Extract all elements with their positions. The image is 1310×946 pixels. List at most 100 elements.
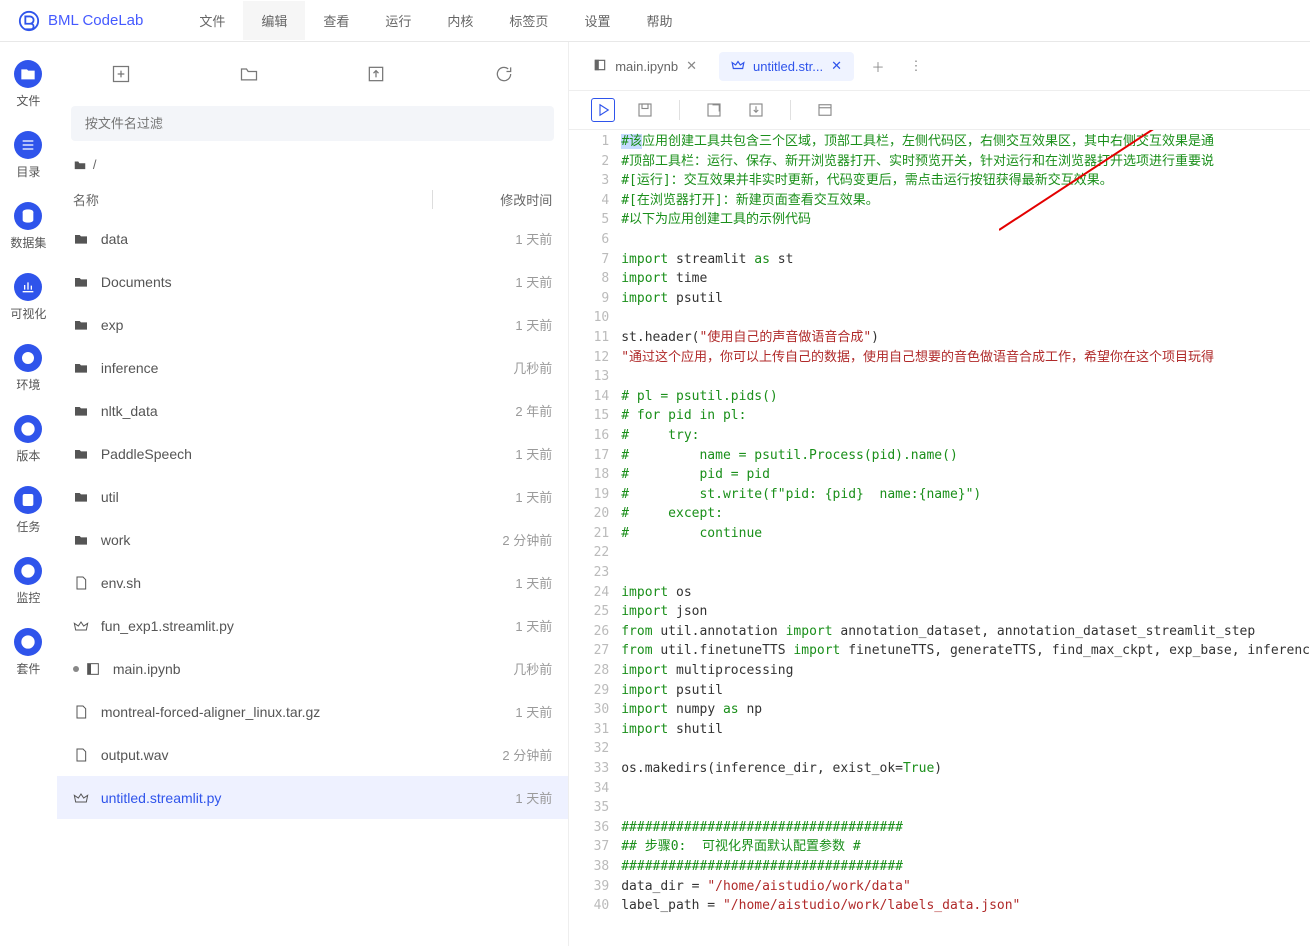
code-line[interactable]: #################################### bbox=[621, 857, 1310, 877]
code-line[interactable] bbox=[621, 308, 1310, 328]
menu-内核[interactable]: 内核 bbox=[429, 1, 491, 40]
code-line[interactable]: import streamlit as st bbox=[621, 250, 1310, 270]
menu-编辑[interactable]: 编辑 bbox=[243, 1, 305, 40]
code-line[interactable]: label_path = "/home/aistudio/work/labels… bbox=[621, 896, 1310, 916]
close-icon[interactable]: ✕ bbox=[686, 58, 697, 74]
code-line[interactable] bbox=[621, 739, 1310, 759]
code-lines[interactable]: #该应用创建工具共包含三个区域，顶部工具栏，左侧代码区，右侧交互效果区，其中右侧… bbox=[621, 132, 1310, 946]
close-icon[interactable]: ✕ bbox=[831, 58, 842, 74]
menu-设置[interactable]: 设置 bbox=[566, 1, 628, 40]
code-line[interactable]: # st.write(f"pid: {pid} name:{name}") bbox=[621, 485, 1310, 505]
file-time: 1 天前 bbox=[432, 272, 552, 291]
code-line[interactable]: #顶部工具栏：运行、保存、新开浏览器打开、实时预览开关，针对运行和在浏览器打开选… bbox=[621, 152, 1310, 172]
column-modified[interactable]: 修改时间 bbox=[432, 190, 552, 209]
code-line[interactable] bbox=[621, 230, 1310, 250]
editor-tabs: main.ipynb✕ untitled.str...✕ ＋ ⋮ bbox=[569, 42, 1310, 90]
download-button[interactable] bbox=[744, 98, 768, 122]
file-row[interactable]: PaddleSpeech1 天前 bbox=[57, 432, 568, 475]
file-row[interactable]: util1 天前 bbox=[57, 475, 568, 518]
rail-目录[interactable]: 目录 bbox=[14, 131, 42, 180]
file-row[interactable]: nltk_data2 年前 bbox=[57, 389, 568, 432]
breadcrumb[interactable]: / bbox=[57, 147, 568, 182]
save-button[interactable] bbox=[633, 98, 657, 122]
new-folder-button[interactable] bbox=[230, 55, 268, 93]
file-row[interactable]: exp1 天前 bbox=[57, 303, 568, 346]
code-line[interactable]: import numpy as np bbox=[621, 700, 1310, 720]
code-line[interactable]: # except: bbox=[621, 504, 1310, 524]
code-line[interactable]: # pl = psutil.pids() bbox=[621, 387, 1310, 407]
new-tab-button[interactable]: ＋ bbox=[864, 52, 892, 80]
code-line[interactable]: #################################### bbox=[621, 818, 1310, 838]
rail-label: 可视化 bbox=[10, 305, 46, 322]
filter-input[interactable] bbox=[71, 106, 554, 141]
code-line[interactable]: # name = psutil.Process(pid).name() bbox=[621, 446, 1310, 466]
menu-标签页[interactable]: 标签页 bbox=[491, 1, 566, 40]
file-icon bbox=[73, 575, 91, 591]
code-line[interactable]: #[在浏览器打开]：新建页面查看交互效果。 bbox=[621, 191, 1310, 211]
code-line[interactable] bbox=[621, 543, 1310, 563]
file-row[interactable]: untitled.streamlit.py1 天前 bbox=[57, 776, 568, 819]
code-line[interactable]: import json bbox=[621, 602, 1310, 622]
file-row[interactable]: fun_exp1.streamlit.py1 天前 bbox=[57, 604, 568, 647]
code-line[interactable]: import time bbox=[621, 269, 1310, 289]
code-editor[interactable]: 1234567891011121314151617181920212223242… bbox=[569, 130, 1310, 946]
menu-查看[interactable]: 查看 bbox=[305, 1, 367, 40]
file-row[interactable]: montreal-forced-aligner_linux.tar.gz1 天前 bbox=[57, 690, 568, 733]
line-number: 19 bbox=[569, 485, 609, 505]
run-button[interactable] bbox=[591, 98, 615, 122]
file-row[interactable]: output.wav2 分钟前 bbox=[57, 733, 568, 776]
tab-untitled.str...[interactable]: untitled.str...✕ bbox=[719, 52, 854, 81]
upload-button[interactable] bbox=[357, 55, 395, 93]
code-line[interactable]: import os bbox=[621, 583, 1310, 603]
file-row[interactable]: main.ipynb几秒前 bbox=[57, 647, 568, 690]
code-line[interactable] bbox=[621, 367, 1310, 387]
code-line[interactable]: st.header("使用自己的声音做语音合成") bbox=[621, 328, 1310, 348]
code-line[interactable] bbox=[621, 563, 1310, 583]
open-browser-button[interactable] bbox=[702, 98, 726, 122]
code-line[interactable]: #[运行]：交互效果并非实时更新，代码变更后，需点击运行按钮获得最新交互效果。 bbox=[621, 171, 1310, 191]
tab-overflow-button[interactable]: ⋮ bbox=[902, 52, 930, 80]
code-line[interactable]: ## 步骤0: 可视化界面默认配置参数 # bbox=[621, 837, 1310, 857]
rail-套件[interactable]: 套件 bbox=[14, 628, 42, 677]
code-line[interactable] bbox=[621, 798, 1310, 818]
line-number: 8 bbox=[569, 269, 609, 289]
rail-监控[interactable]: 监控 bbox=[14, 557, 42, 606]
rail-数据集[interactable]: 数据集 bbox=[10, 202, 46, 251]
code-line[interactable]: # pid = pid bbox=[621, 465, 1310, 485]
code-line[interactable]: from util.finetuneTTS import finetuneTTS… bbox=[621, 641, 1310, 661]
new-file-button[interactable] bbox=[102, 55, 140, 93]
code-line[interactable]: #该应用创建工具共包含三个区域，顶部工具栏，左侧代码区，右侧交互效果区，其中右侧… bbox=[621, 132, 1310, 152]
file-row[interactable]: data1 天前 bbox=[57, 217, 568, 260]
column-name[interactable]: 名称 bbox=[73, 190, 432, 209]
code-line[interactable]: import multiprocessing bbox=[621, 661, 1310, 681]
rail-任务[interactable]: 任务 bbox=[14, 486, 42, 535]
code-line[interactable]: import shutil bbox=[621, 720, 1310, 740]
code-line[interactable]: from util.annotation import annotation_d… bbox=[621, 622, 1310, 642]
menu-运行[interactable]: 运行 bbox=[367, 1, 429, 40]
code-line[interactable]: "通过这个应用，你可以上传自己的数据，使用自己想要的音色做语音合成工作，希望你在… bbox=[621, 348, 1310, 368]
rail-文件[interactable]: 文件 bbox=[14, 60, 42, 109]
code-line[interactable]: #以下为应用创建工具的示例代码 bbox=[621, 210, 1310, 230]
folder-icon bbox=[73, 317, 91, 333]
menu-帮助[interactable]: 帮助 bbox=[628, 1, 690, 40]
preview-button[interactable] bbox=[813, 98, 837, 122]
code-line[interactable]: # continue bbox=[621, 524, 1310, 544]
tab-main.ipynb[interactable]: main.ipynb✕ bbox=[581, 52, 709, 81]
file-row[interactable]: env.sh1 天前 bbox=[57, 561, 568, 604]
code-line[interactable]: import psutil bbox=[621, 289, 1310, 309]
rail-可视化[interactable]: 可视化 bbox=[10, 273, 46, 322]
file-row[interactable]: work2 分钟前 bbox=[57, 518, 568, 561]
refresh-button[interactable] bbox=[485, 55, 523, 93]
download-icon bbox=[747, 101, 765, 119]
file-row[interactable]: Documents1 天前 bbox=[57, 260, 568, 303]
code-line[interactable]: # for pid in pl: bbox=[621, 406, 1310, 426]
rail-版本[interactable]: 版本 bbox=[14, 415, 42, 464]
code-line[interactable]: import psutil bbox=[621, 681, 1310, 701]
code-line[interactable]: data_dir = "/home/aistudio/work/data" bbox=[621, 877, 1310, 897]
code-line[interactable]: # try: bbox=[621, 426, 1310, 446]
code-line[interactable] bbox=[621, 779, 1310, 799]
code-line[interactable]: os.makedirs(inference_dir, exist_ok=True… bbox=[621, 759, 1310, 779]
rail-环境[interactable]: 环境 bbox=[14, 344, 42, 393]
file-row[interactable]: inference几秒前 bbox=[57, 346, 568, 389]
menu-文件[interactable]: 文件 bbox=[181, 1, 243, 40]
